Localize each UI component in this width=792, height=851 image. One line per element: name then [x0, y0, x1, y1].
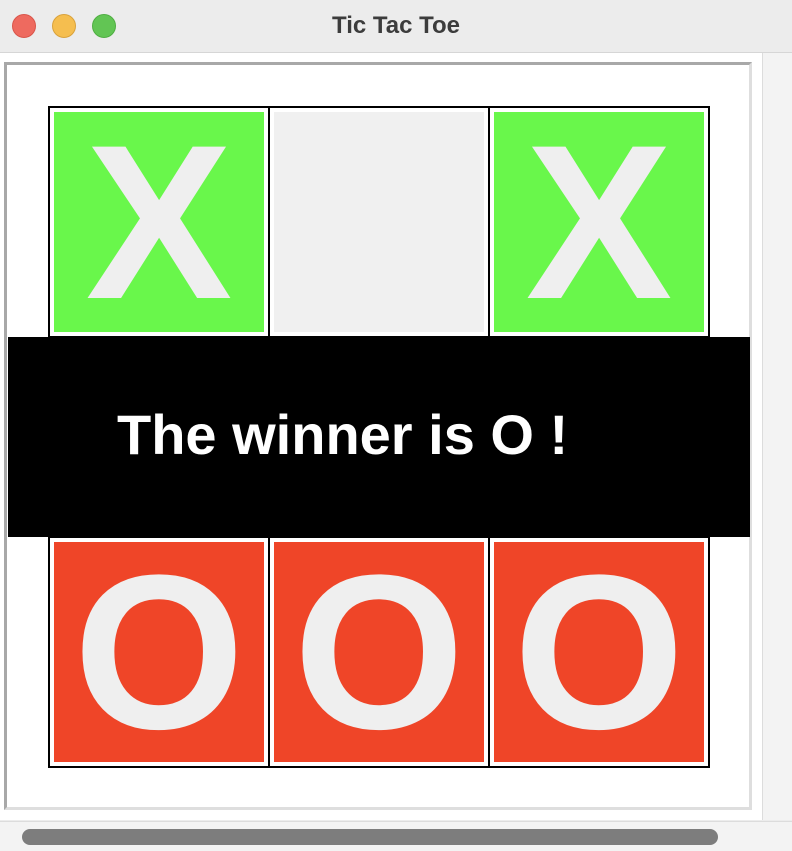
title-bar: Tic Tac Toe [0, 0, 792, 53]
cell-mark: O [274, 542, 484, 762]
window-title: Tic Tac Toe [331, 12, 461, 39]
winner-message: The winner is O ! [117, 403, 569, 466]
board-cell-6[interactable]: O [49, 537, 269, 767]
cell-mark: O [54, 542, 264, 762]
board-cell-0[interactable]: X [49, 107, 269, 337]
cell-mark [274, 112, 484, 332]
cell-mark: X [494, 112, 704, 332]
board-cell-1[interactable] [269, 107, 489, 337]
cell-mark: X [54, 112, 264, 332]
cell-mark: O [494, 542, 704, 762]
board-cell-7[interactable]: O [269, 537, 489, 767]
board-cell-2[interactable]: X [489, 107, 709, 337]
scrollbar-thumb[interactable] [22, 829, 718, 845]
board-cell-8[interactable]: O [489, 537, 709, 767]
right-gutter [762, 53, 792, 820]
